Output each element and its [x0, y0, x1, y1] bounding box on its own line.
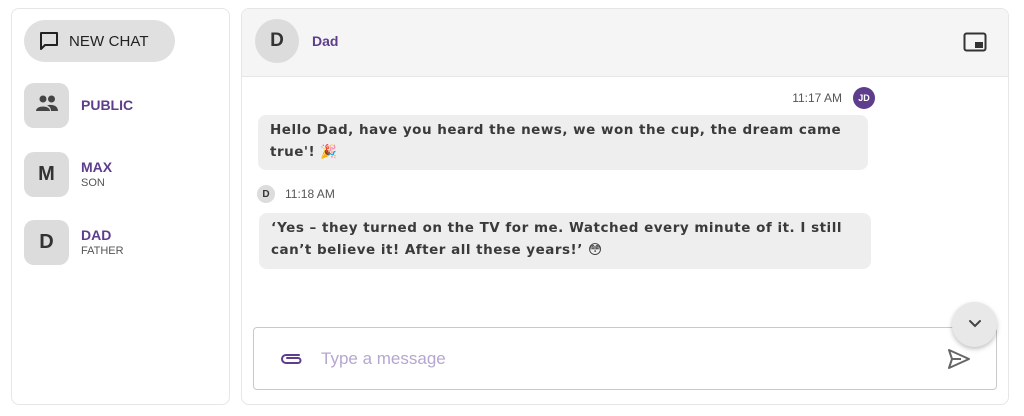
contact-relation: FATHER [81, 245, 124, 257]
contact-max[interactable]: M MAX SON [24, 151, 214, 197]
message-bubble: ‘Yes – they turned on the TV for me. Wat… [259, 213, 871, 269]
contact-relation: SON [81, 177, 105, 189]
contact-avatar: D [24, 219, 69, 265]
contact-public[interactable]: PUBLIC [24, 82, 214, 128]
chat-header: D Dad [242, 9, 1008, 77]
chat-bubble-icon [38, 30, 60, 52]
scroll-down-button[interactable] [952, 302, 997, 347]
message-composer [253, 327, 997, 390]
contact-avatar: M [24, 151, 69, 197]
new-chat-button[interactable]: NEW CHAT [24, 20, 175, 62]
chat-avatar: D [255, 19, 299, 63]
chat-title: Dad [312, 33, 339, 49]
sidebar: NEW CHAT PUBLIC M MAX SON D DAD FATHER [11, 8, 230, 405]
message-bubble: Hello Dad, have you heard the news, we w… [258, 115, 868, 170]
message-input[interactable] [321, 345, 921, 373]
send-icon[interactable] [946, 347, 972, 371]
contact-name: PUBLIC [81, 97, 134, 113]
chat-panel: D Dad 11:17 AM JD Hello Dad, have you he… [241, 8, 1009, 405]
message-meta: D 11:18 AM [257, 185, 335, 203]
contact-name: MAX [81, 159, 113, 175]
chevron-down-icon [968, 316, 982, 334]
sender-avatar: JD [853, 87, 875, 109]
picture-in-picture-icon[interactable] [962, 31, 988, 53]
sender-avatar: D [257, 185, 275, 203]
contact-name: DAD [81, 227, 112, 243]
message-time: 11:18 AM [285, 187, 335, 201]
contact-avatar [24, 82, 69, 128]
new-chat-label: NEW CHAT [69, 32, 149, 50]
paperclip-icon[interactable] [278, 348, 306, 370]
group-icon [35, 94, 59, 117]
message-time: 11:17 AM [792, 91, 842, 105]
message-meta: 11:17 AM JD [792, 87, 875, 109]
contact-dad[interactable]: D DAD FATHER [24, 219, 214, 265]
